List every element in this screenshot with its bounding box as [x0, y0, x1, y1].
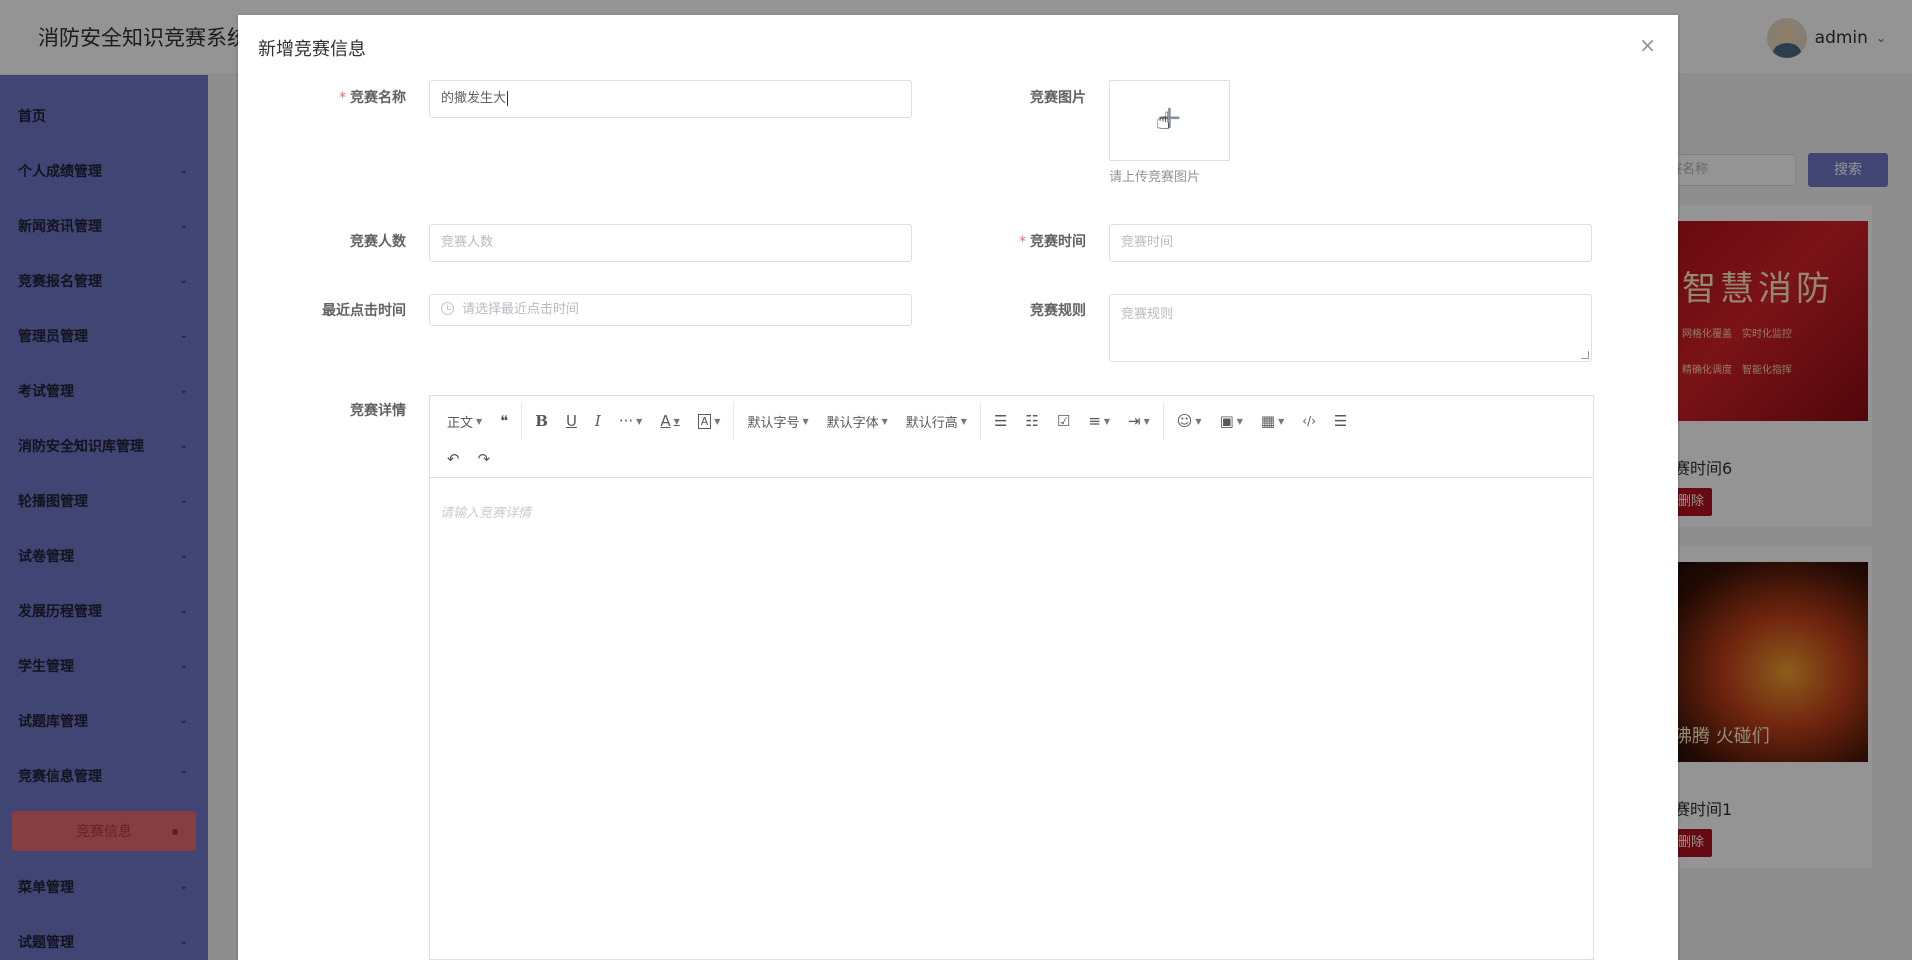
redo-icon[interactable]: ↷: [469, 444, 500, 474]
contest-rules-textarea[interactable]: 竞赛规则: [1109, 294, 1592, 362]
image-upload[interactable]: + ☝: [1109, 80, 1230, 161]
upload-tip: 请上传竞赛图片: [1109, 170, 1201, 185]
bullet-list-icon[interactable]: ☰: [985, 406, 1016, 436]
contest-rules-label: 竞赛规则: [1030, 303, 1086, 319]
contest-count-label: 竞赛人数: [350, 234, 406, 250]
rich-text-editor[interactable]: 正文 ▼ ❝ B U I ··· ▼ A ▼ A ▼ 默认字号 ▼ 默认字体 ▼ 默认行高 ▼…: [429, 395, 1594, 960]
more-style-icon[interactable]: ··· ▼: [610, 406, 651, 436]
italic-icon[interactable]: I: [586, 406, 610, 436]
line-height-select[interactable]: 默认行高 ▼: [897, 406, 976, 436]
contest-time-input[interactable]: 竞赛时间: [1109, 224, 1592, 262]
underline-icon[interactable]: U: [557, 406, 586, 436]
last-click-time-picker[interactable]: 请选择最近点击时间: [429, 294, 912, 326]
todo-icon[interactable]: ☑: [1048, 406, 1079, 436]
editor-content[interactable]: 请输入竞赛详情: [430, 478, 1593, 545]
code-icon[interactable]: ‹/›: [1293, 406, 1325, 436]
contest-time-label: * 竞赛时间: [1019, 234, 1086, 250]
table-icon[interactable]: ▦ ▼: [1252, 406, 1293, 436]
font-color-icon[interactable]: A ▼: [651, 406, 688, 436]
dialog-title: 新增竞赛信息: [258, 39, 366, 60]
undo-icon[interactable]: ↶: [438, 444, 469, 474]
contest-image-label: 竞赛图片: [1030, 90, 1086, 106]
indent-icon[interactable]: ⇥ ▼: [1119, 406, 1159, 436]
resize-handle-icon[interactable]: [1581, 351, 1589, 359]
emotion-icon[interactable]: ☺ ▼: [1168, 406, 1211, 436]
bold-icon[interactable]: B: [526, 406, 557, 436]
editor-toolbar: 正文 ▼ ❝ B U I ··· ▼ A ▼ A ▼ 默认字号 ▼ 默认字体 ▼ 默认行高 ▼…: [430, 396, 1593, 478]
quote-icon[interactable]: ❝: [491, 406, 517, 436]
ordered-list-icon[interactable]: ☷: [1016, 406, 1047, 436]
background-color-icon[interactable]: A ▼: [689, 406, 730, 436]
clock-icon: [441, 302, 454, 315]
contest-name-label: * 竞赛名称: [339, 90, 406, 106]
contest-name-input[interactable]: 的撒发生大: [429, 80, 912, 118]
align-icon[interactable]: ≡ ▼: [1079, 406, 1119, 436]
font-family-select[interactable]: 默认字体 ▼: [818, 406, 897, 436]
contest-count-input[interactable]: 竞赛人数: [429, 224, 912, 262]
last-click-time-label: 最近点击时间: [322, 303, 406, 319]
hand-cursor-icon: ☝: [1156, 107, 1171, 135]
divider-icon[interactable]: ☰: [1325, 406, 1356, 436]
add-contest-dialog: 新增竞赛信息 × * 竞赛名称 的撒发生大 竞赛图片 + ☝ 请上传竞赛图片 竞赛…: [238, 15, 1678, 960]
close-icon[interactable]: ×: [1639, 33, 1656, 57]
contest-detail-label: 竞赛详情: [350, 403, 406, 419]
image-icon[interactable]: ▣ ▼: [1211, 406, 1252, 436]
paragraph-select[interactable]: 正文 ▼: [438, 406, 491, 436]
font-size-select[interactable]: 默认字号 ▼: [738, 406, 817, 436]
